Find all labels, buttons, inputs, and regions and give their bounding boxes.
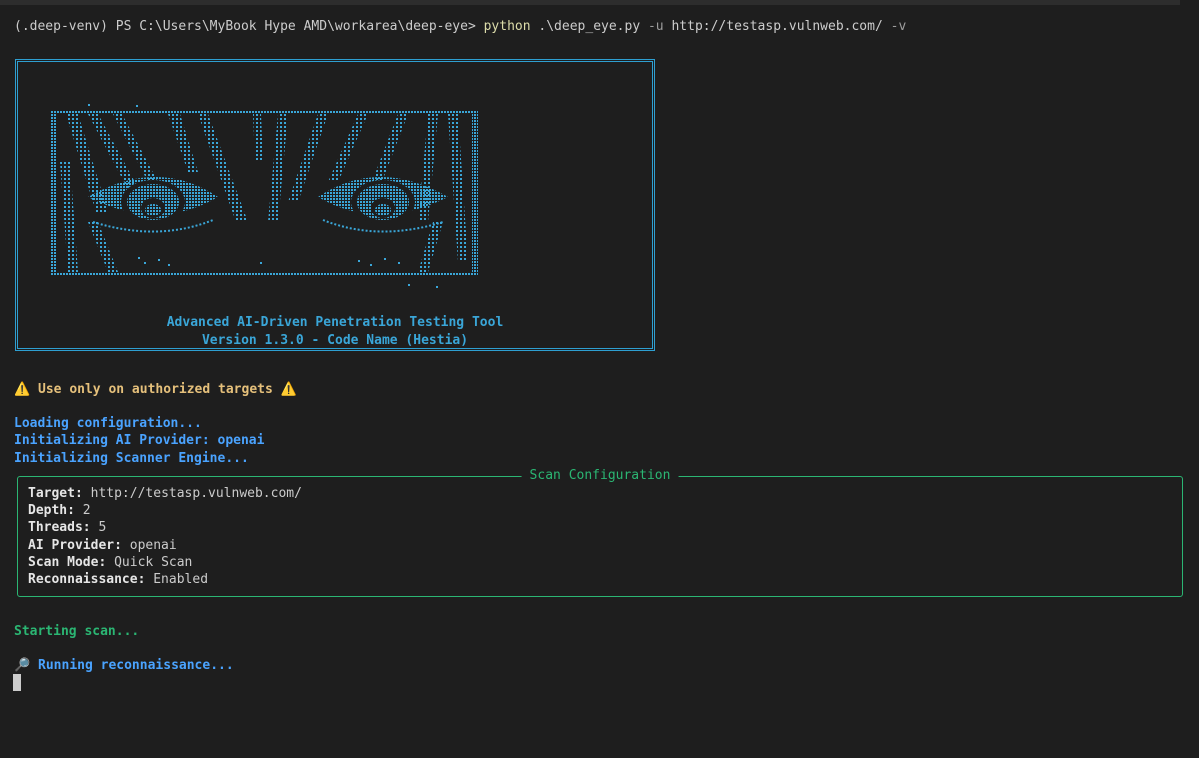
config-target: Target: http://testasp.vulnweb.com/: [28, 485, 302, 502]
banner-tagline: Advanced AI-Driven Penetration Testing T…: [166, 315, 504, 330]
log-loading-config: Loading configuration...: [14, 416, 202, 431]
command-script: .\deep_eye.py: [538, 19, 641, 34]
status-starting-scan: Starting scan...: [14, 624, 140, 639]
log-init-ai-provider: Initializing AI Provider: openai: [14, 433, 265, 448]
log-init-scanner: Initializing Scanner Engine...: [14, 451, 249, 466]
target-url-arg: http://testasp.vulnweb.com/: [671, 19, 883, 34]
warning-icon-trailing: ⚠️: [280, 382, 297, 397]
authorization-warning: ⚠️ Use only on authorized targets ⚠️: [14, 381, 297, 398]
scan-configuration-title: Scan Configuration: [521, 467, 679, 484]
warning-text: Use only on authorized targets: [30, 382, 281, 397]
config-ai-provider: AI Provider: openai: [28, 537, 177, 554]
banner-version: Version 1.3.0 - Code Name (Hestia): [201, 333, 469, 348]
config-reconnaissance: Reconnaissance: Enabled: [28, 571, 208, 588]
config-scan-mode-label: Scan Mode:: [28, 555, 107, 570]
config-ai-provider-label: AI Provider:: [28, 538, 122, 553]
warning-icon: ⚠️: [14, 382, 31, 397]
config-reconnaissance-label: Reconnaissance:: [28, 572, 146, 587]
ascii-banner: Advanced AI-Driven Penetration Testing T…: [15, 59, 655, 351]
config-depth: Depth: 2: [28, 502, 91, 519]
scan-configuration-panel: Scan Configuration Target: http://testas…: [17, 467, 1183, 597]
config-depth-value: 2: [74, 503, 91, 518]
status-running-recon: 🔎 Running reconnaissance...: [14, 657, 234, 674]
config-threads-label: Threads:: [28, 520, 91, 535]
config-scan-mode-value: Quick Scan: [106, 555, 193, 570]
ascii-eyes-art-icon: [50, 104, 478, 288]
command-prompt-line: (.deep-venv) PS C:\Users\MyBook Hype AMD…: [14, 18, 906, 35]
magnifier-icon: 🔎: [14, 658, 31, 673]
config-reconnaissance-value: Enabled: [145, 572, 209, 587]
venv-label: (.deep-venv): [14, 19, 108, 34]
config-ai-provider-value: openai: [121, 538, 177, 553]
terminal-top-bar: [0, 0, 1180, 5]
flag-u: -u: [647, 19, 664, 34]
terminal-cursor[interactable]: [13, 674, 21, 691]
config-threads-value: 5: [90, 520, 107, 535]
command-name: python: [483, 19, 531, 34]
config-target-value: http://testasp.vulnweb.com/: [82, 486, 302, 501]
config-threads: Threads: 5: [28, 519, 106, 536]
ps-path: PS C:\Users\MyBook Hype AMD\workarea\dee…: [115, 19, 476, 34]
config-target-label: Target:: [28, 486, 83, 501]
config-scan-mode: Scan Mode: Quick Scan: [28, 554, 192, 571]
status-running-recon-text: Running reconnaissance...: [30, 658, 234, 673]
config-depth-label: Depth:: [28, 503, 75, 518]
flag-v: -v: [890, 19, 907, 34]
